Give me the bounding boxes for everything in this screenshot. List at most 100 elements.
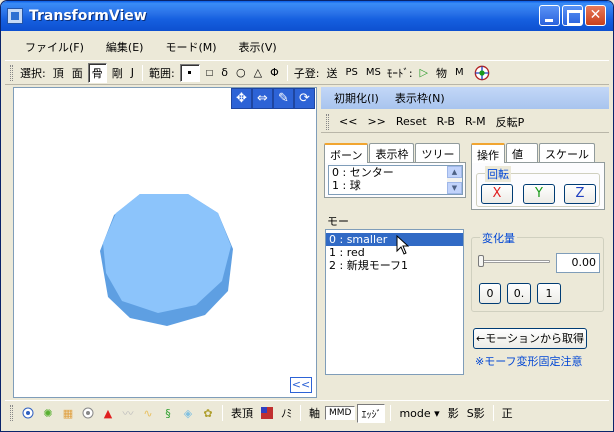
close-button[interactable] [585,5,606,26]
child-label: 子登: [293,66,320,80]
bone-item[interactable]: 1 : 球 [329,179,462,192]
rotate-x-button[interactable]: X [481,184,513,204]
range-rect-button[interactable]: □ [203,67,217,78]
orthographic-button[interactable]: 正 [498,405,517,421]
menu-file[interactable]: ファイル(F) [5,37,95,57]
range-triangle-button[interactable]: △ [251,65,265,80]
mode-play-button[interactable]: ▷ [417,65,431,80]
reset-button[interactable]: Reset [391,115,432,128]
vertex-display-icon[interactable] [20,405,36,421]
select-face-button[interactable]: 面 [69,64,86,82]
child-ms-button[interactable]: MS [363,66,384,79]
mmd-button[interactable]: MMD [325,406,356,420]
rotate-z-button[interactable]: Z [564,184,596,204]
range-circle-button[interactable]: ○ [233,65,249,80]
window-title: TransformView [29,8,147,24]
toolbar-separator [300,405,301,421]
morph-item[interactable]: 2 : 新規モーフ1 [326,259,463,272]
change-slider-thumb[interactable] [478,255,484,267]
morph-list[interactable]: 0 : smaller 1 : red 2 : 新規モーフ1 [325,229,464,375]
grid-icon[interactable]: ▦ [60,405,76,421]
viewport-collapse-button[interactable]: << [290,377,312,393]
menu-mode[interactable]: モード(M) [154,37,227,57]
tab-scale[interactable]: スケール [539,143,595,162]
select-rigid-button[interactable]: 剛 [109,64,126,82]
3d-viewport[interactable]: ✥ ⇔ ✎ ⟳ << [13,87,317,398]
rb-button[interactable]: R-B [432,115,460,128]
child-ps-button[interactable]: PS [342,66,360,79]
maximize-button[interactable] [562,5,583,26]
pencil-icon[interactable]: ✎ [273,88,294,109]
morph-fix-note: ※モーフ変形固定注意 [475,355,583,368]
tab-tree[interactable]: ツリー [415,143,461,162]
chain-icon[interactable]: § [160,405,176,421]
scroll-up-icon[interactable]: ▲ [447,166,462,178]
menu-edit[interactable]: 編集(E) [95,37,155,57]
color-square-icon[interactable] [259,405,275,421]
prev-button[interactable]: << [334,115,362,128]
toolbar-grip[interactable] [10,405,13,421]
puzzle-icon[interactable]: ✿ [200,405,216,421]
tab-display-frame[interactable]: 表示枠 [369,143,415,162]
bone-item[interactable]: 0 : センター [329,166,462,179]
next-button[interactable]: >> [362,115,390,128]
range-point-button[interactable] [179,63,200,82]
toolbar-separator [222,405,223,421]
title-bar[interactable]: TransformView [1,1,613,31]
menu-view[interactable]: 表示(V) [228,37,288,57]
operation-tab-body: 回転 X Y Z [471,162,605,210]
get-from-motion-button[interactable]: ←モーションから取得 [473,328,587,349]
morph-item-selected[interactable]: 0 : smaller [326,233,463,246]
mode-object-button[interactable]: 物 [433,64,450,82]
show-vertex-button[interactable]: 表頂 [227,405,257,421]
move-xy-icon[interactable]: ✥ [231,88,252,109]
range-phi-button[interactable]: Φ [267,65,282,80]
rotation-label: 回転 [485,166,511,182]
select-joint-button[interactable]: J [128,65,137,80]
range-delta-button[interactable]: δ [218,65,231,80]
cube-icon[interactable]: ◈ [180,405,196,421]
preset-half-button[interactable]: 0. [507,283,531,304]
triangle-icon[interactable]: ▲ [100,405,116,421]
display-frame-menu[interactable]: 表示枠(N) [387,90,453,106]
select-vertex-button[interactable]: 頂 [50,64,67,82]
tab-bone[interactable]: ボーン [324,143,369,163]
shadow-button[interactable]: 影 [444,405,463,421]
target-icon[interactable] [474,65,490,81]
preset-1-button[interactable]: 1 [537,283,561,304]
spring-icon[interactable]: ∿ [140,405,156,421]
mode-dropdown[interactable]: mode ▾ [395,407,443,420]
tab-operation[interactable]: 操作 [471,143,505,163]
self-shadow-button[interactable]: S影 [463,405,489,421]
nomi-button[interactable]: ﾉﾐ [277,405,296,421]
tab-value[interactable]: 値 [506,143,538,162]
rm-button[interactable]: R-M [460,115,491,128]
mode-m-button[interactable]: M [452,66,467,79]
rotate-icon[interactable]: ⟳ [294,88,315,109]
toolbar-grip[interactable] [326,113,329,130]
select-bone-button[interactable]: 骨 [87,62,107,83]
spark-icon[interactable]: ✺ [40,405,56,421]
change-value-input[interactable]: 0.00 [556,253,600,273]
rotate-y-button[interactable]: Y [523,184,555,204]
scroll-down-icon[interactable]: ▼ [447,182,462,194]
child-send-button[interactable]: 送 [323,64,340,82]
bone-list-scrollbar[interactable]: ▲ ▼ [447,166,462,194]
initialize-menu[interactable]: 初期化(I) [321,90,387,106]
flip-p-button[interactable]: 反転P [491,114,530,130]
preset-0-button[interactable]: 0 [479,283,501,304]
toolbar-separator [286,64,288,81]
wave-icon[interactable]: 〰 [120,405,136,421]
sphere-model[interactable] [100,191,235,327]
app-icon [7,8,23,24]
circle-icon[interactable] [80,405,96,421]
change-slider-track[interactable] [480,260,550,263]
edge-button[interactable]: ｴｯｼﾞ [357,403,386,423]
minimize-button[interactable] [539,5,560,26]
bone-list[interactable]: 0 : センター 1 : 球 ▲ ▼ [328,165,463,195]
morph-item[interactable]: 1 : red [326,246,463,259]
toolbar-grip[interactable] [10,64,13,81]
axis-button[interactable]: 軸 [305,405,324,421]
move-arrows-icon[interactable]: ⇔ [252,88,273,109]
select-label: 選択: [20,66,46,80]
